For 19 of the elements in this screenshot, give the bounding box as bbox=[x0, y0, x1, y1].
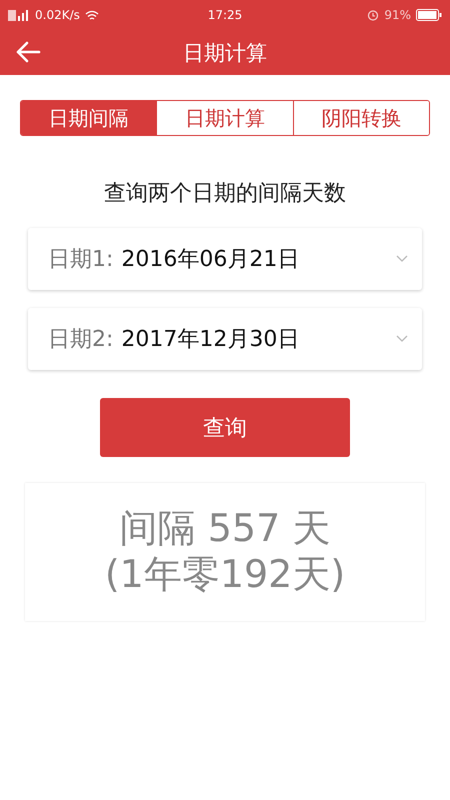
tab[interactable]: 阴阳转换 bbox=[292, 101, 429, 135]
back-arrow-icon[interactable] bbox=[15, 41, 41, 63]
chevron-down-icon bbox=[396, 255, 408, 263]
date-picker[interactable]: 日期2: 2017年12月30日 bbox=[28, 308, 422, 370]
query-button[interactable]: 查询 bbox=[100, 398, 350, 457]
interval-result: 间隔 557 天 bbox=[120, 506, 330, 552]
network-speed: 0.02K/s bbox=[35, 8, 80, 22]
battery-percent: 91% bbox=[384, 8, 411, 22]
interval-detail: (1年零192天) bbox=[104, 552, 346, 598]
signal-icon bbox=[8, 8, 30, 22]
screen-title: 日期计算 bbox=[183, 40, 267, 66]
chevron-down-icon bbox=[396, 335, 408, 343]
wifi-icon bbox=[84, 10, 99, 20]
subtitle: 查询两个日期的间隔天数 bbox=[103, 180, 347, 208]
battery-icon bbox=[416, 9, 442, 21]
tab[interactable]: 日期间隔 bbox=[21, 101, 156, 135]
alarm-icon bbox=[367, 9, 380, 21]
clock-time: 17:25 bbox=[208, 8, 242, 22]
date-picker[interactable]: 日期1: 2016年06月21日 bbox=[28, 228, 422, 290]
